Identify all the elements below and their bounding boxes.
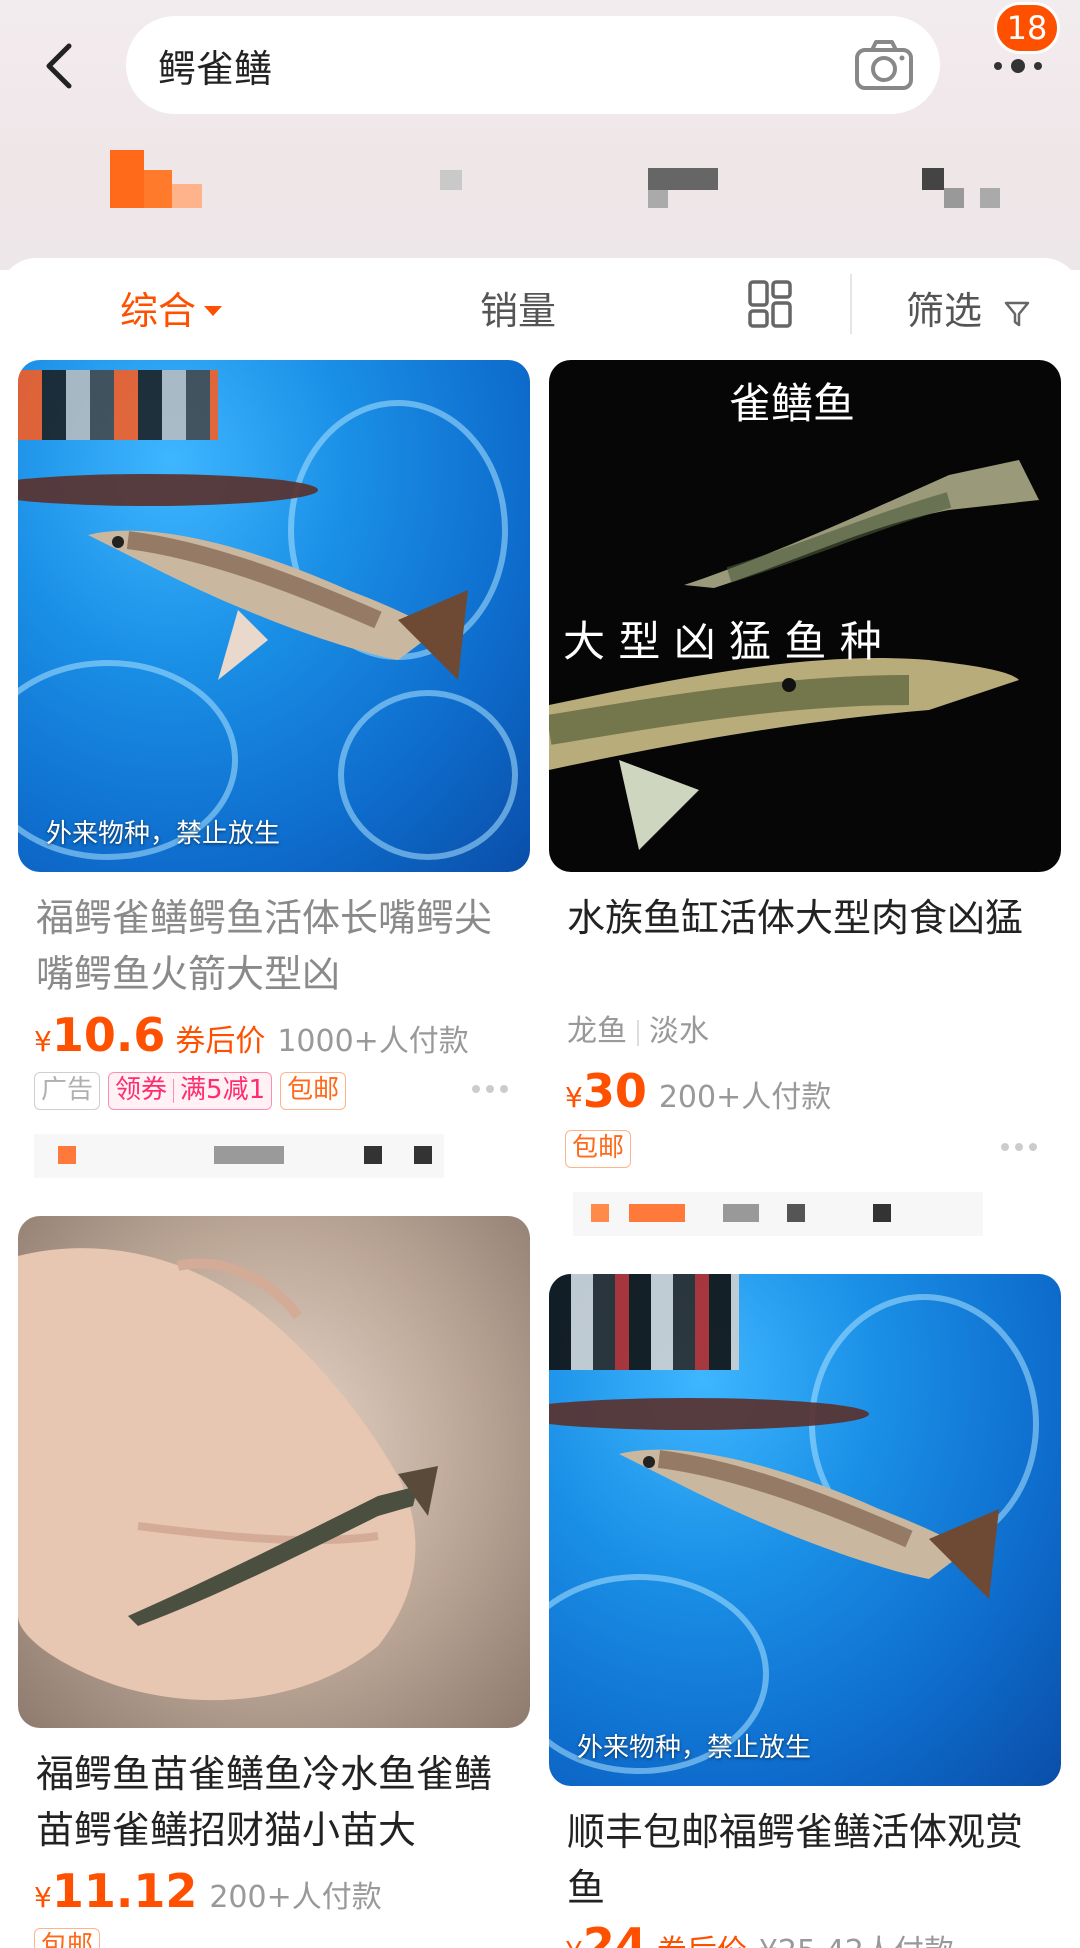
divider xyxy=(850,274,852,334)
more-options-icon[interactable] xyxy=(470,1084,510,1094)
free-shipping-badge: 包邮 xyxy=(34,1928,101,1948)
tab-sales[interactable]: 销量 xyxy=(480,280,556,335)
camera-icon[interactable] xyxy=(854,38,914,92)
price: 10.6 xyxy=(51,1008,166,1062)
coupon-badge[interactable]: 领券 满5减1 xyxy=(108,1072,273,1110)
chevron-left-icon xyxy=(46,43,72,89)
product-title[interactable]: 水族鱼缸活体大型肉食凶猛 xyxy=(567,890,1047,946)
product-title[interactable]: 顺丰包邮福鳄雀鳝活体观赏鱼 xyxy=(567,1804,1047,1916)
blurred-overlay xyxy=(18,370,218,440)
notification-badge: 18 xyxy=(994,2,1060,54)
filter-button[interactable]: 筛选 xyxy=(906,280,1030,335)
badge-row: 包邮 xyxy=(34,1928,101,1948)
blurred-chip[interactable] xyxy=(922,168,944,190)
hand-fish-illustration xyxy=(18,1248,438,1701)
price: 30 xyxy=(582,1064,647,1118)
caret-down-icon xyxy=(204,305,223,316)
price-row: ¥ 24 券后价 ¥25 42人付款 xyxy=(565,1918,954,1948)
price-row: ¥ 30 200+人付款 xyxy=(565,1064,832,1118)
image-caption: 大 型 凶 猛 鱼 种 xyxy=(563,617,882,666)
product-image[interactable] xyxy=(18,1216,530,1728)
sold-count: 1000+人付款 xyxy=(277,1024,469,1059)
tab-comprehensive[interactable]: 综合 xyxy=(120,280,223,335)
grid-view-icon[interactable] xyxy=(748,280,792,328)
sold-count: ¥25 42人付款 xyxy=(759,1926,954,1948)
blurred-chip[interactable] xyxy=(648,168,718,190)
blurred-chip[interactable] xyxy=(440,170,462,190)
attribute-tags: 龙鱼 淡水 xyxy=(567,1014,709,1049)
product-card[interactable]: 外来物种，禁止放生 福鳄雀鳝鳄鱼活体长嘴鳄尖嘴鳄鱼火箭大型凶 ¥ 10.6 券后… xyxy=(18,360,530,1180)
ad-badge: 广告 xyxy=(34,1072,101,1110)
sort-bar: 综合 销量 筛选 xyxy=(0,258,1080,358)
price-row: ¥ 11.12 200+人付款 xyxy=(34,1864,382,1918)
product-title[interactable]: 福鳄鱼苗雀鳝鱼冷水鱼雀鳝苗鳄雀鳝招财猫小苗大 xyxy=(36,1746,516,1858)
sold-count: 200+人付款 xyxy=(209,1880,382,1915)
shop-info-blurred[interactable] xyxy=(573,1192,983,1236)
more-options-icon[interactable] xyxy=(999,1142,1039,1152)
search-query[interactable]: 鳄雀鳝 xyxy=(158,38,272,93)
price: 24 xyxy=(582,1918,647,1948)
product-title[interactable]: 福鳄雀鳝鳄鱼活体长嘴鳄尖嘴鳄鱼火箭大型凶 xyxy=(36,890,516,1002)
product-image[interactable]: 外来物种，禁止放生 xyxy=(18,360,530,872)
blurred-overlay xyxy=(549,1274,739,1370)
header: 鳄雀鳝 18 xyxy=(0,0,1080,270)
product-image[interactable]: 外来物种，禁止放生 xyxy=(549,1274,1061,1786)
product-card[interactable]: 福鳄鱼苗雀鳝鱼冷水鱼雀鳝苗鳄雀鳝招财猫小苗大 ¥ 11.12 200+人付款 包… xyxy=(18,1216,530,1948)
badge-row: 包邮 xyxy=(565,1130,632,1168)
back-button[interactable] xyxy=(36,38,80,94)
price-row: ¥ 10.6 券后价 1000+人付款 xyxy=(34,1008,469,1062)
filter-icon xyxy=(1004,301,1030,326)
product-watermark: 外来物种，禁止放生 xyxy=(46,819,281,849)
blurred-chip[interactable] xyxy=(110,150,144,208)
sold-count: 200+人付款 xyxy=(658,1080,832,1115)
product-image[interactable]: 雀鳝鱼 大 型 凶 猛 鱼 种 xyxy=(549,360,1061,872)
price: 11.12 xyxy=(51,1864,198,1918)
free-shipping-badge: 包邮 xyxy=(280,1072,347,1110)
free-shipping-badge: 包邮 xyxy=(565,1130,632,1168)
product-card[interactable]: 雀鳝鱼 大 型 凶 猛 鱼 种 水族鱼缸活体大型肉食凶猛 龙鱼 淡水 ¥ 30 2… xyxy=(549,360,1061,1240)
search-bar[interactable]: 鳄雀鳝 xyxy=(126,16,940,114)
category-chips xyxy=(0,140,1080,220)
product-card[interactable]: 外来物种，禁止放生 顺丰包邮福鳄雀鳝活体观赏鱼 ¥ 24 券后价 ¥25 42人… xyxy=(549,1274,1061,1948)
product-watermark: 外来物种，禁止放生 xyxy=(577,1733,812,1763)
shop-info-blurred[interactable] xyxy=(34,1134,444,1178)
badge-row: 广告 领券 满5减1 包邮 xyxy=(34,1072,347,1110)
